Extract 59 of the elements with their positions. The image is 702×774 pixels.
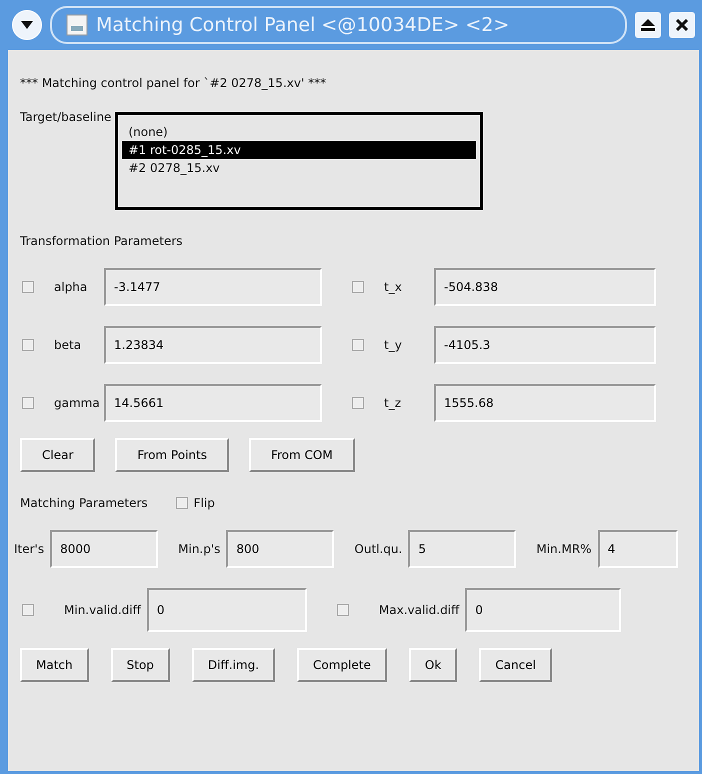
close-icon — [676, 19, 688, 31]
list-item[interactable]: #2 0278_15.xv — [122, 159, 476, 177]
app-icon — [66, 14, 88, 36]
field-label: Min.valid.diff — [64, 603, 141, 617]
section-title: Transformation Parameters — [20, 234, 184, 248]
checkbox[interactable] — [352, 397, 364, 409]
checkbox[interactable] — [352, 281, 364, 293]
action-button[interactable]: Complete — [297, 648, 387, 682]
section-title: Matching Parameters — [20, 496, 148, 510]
shade-button[interactable] — [635, 12, 661, 38]
input-field[interactable]: -4105.3 — [434, 326, 656, 364]
checkbox[interactable] — [22, 339, 34, 351]
checkbox[interactable] — [336, 604, 349, 616]
action-button[interactable]: Stop — [110, 648, 170, 682]
action-button[interactable]: Cancel — [479, 648, 552, 682]
caret-icon — [21, 21, 33, 29]
list-label: Target/baseline — [20, 110, 112, 126]
action-button[interactable]: From Points — [115, 438, 229, 472]
checkbox[interactable] — [22, 397, 34, 409]
input-field[interactable]: -504.838 — [434, 268, 656, 306]
input-field[interactable]: -3.1477 — [104, 268, 322, 306]
target-list[interactable]: (none) #1 rot-0285_15.xv #2 0278_15.xv — [115, 112, 484, 210]
checkbox-label: Flip — [194, 496, 215, 510]
input-field[interactable]: 0 — [465, 588, 622, 632]
input-field[interactable]: 800 — [226, 530, 334, 568]
checkbox[interactable] — [22, 281, 34, 293]
field-label: beta — [54, 338, 82, 352]
field-label: alpha — [54, 280, 88, 294]
input-field[interactable]: 14.5661 — [104, 384, 322, 422]
action-button[interactable]: Diff.img. — [192, 648, 276, 682]
list-item[interactable]: (none) — [122, 123, 476, 141]
input-field[interactable]: 4 — [598, 530, 678, 568]
action-button[interactable]: Ok — [408, 648, 458, 682]
field-label: t_x — [384, 280, 403, 294]
input-field[interactable]: 8000 — [50, 530, 158, 568]
close-button[interactable] — [669, 12, 695, 38]
field-label: t_z — [384, 396, 402, 410]
action-button[interactable]: Match — [20, 648, 89, 682]
field-label: Max.valid.diff — [378, 603, 460, 617]
input-field[interactable]: 1.23834 — [104, 326, 322, 364]
eject-icon — [641, 19, 655, 31]
field-label: Iter's — [14, 542, 44, 556]
input-field[interactable]: 1555.68 — [434, 384, 656, 422]
action-button[interactable]: From COM — [248, 438, 355, 472]
field-label: Min.p's — [178, 542, 220, 556]
checkbox[interactable] — [352, 339, 364, 351]
window-title: Matching Control Panel <@10034DE> <2> — [96, 14, 510, 36]
field-label: Outl.qu. — [354, 542, 402, 556]
panel-heading: *** Matching control panel for `#2 0278_15.xv' *** — [20, 76, 328, 90]
window-menu-button[interactable] — [12, 10, 42, 40]
action-button[interactable]: Clear — [20, 438, 96, 472]
field-label: t_y — [384, 338, 403, 352]
input-field[interactable]: 0 — [146, 588, 307, 632]
list-item[interactable]: #1 rot-0285_15.xv — [122, 141, 476, 159]
checkbox[interactable] — [22, 604, 34, 616]
field-label: Min.MR% — [536, 542, 592, 556]
field-label: gamma — [54, 396, 101, 410]
checkbox[interactable] — [176, 497, 188, 509]
input-field[interactable]: 5 — [408, 530, 516, 568]
